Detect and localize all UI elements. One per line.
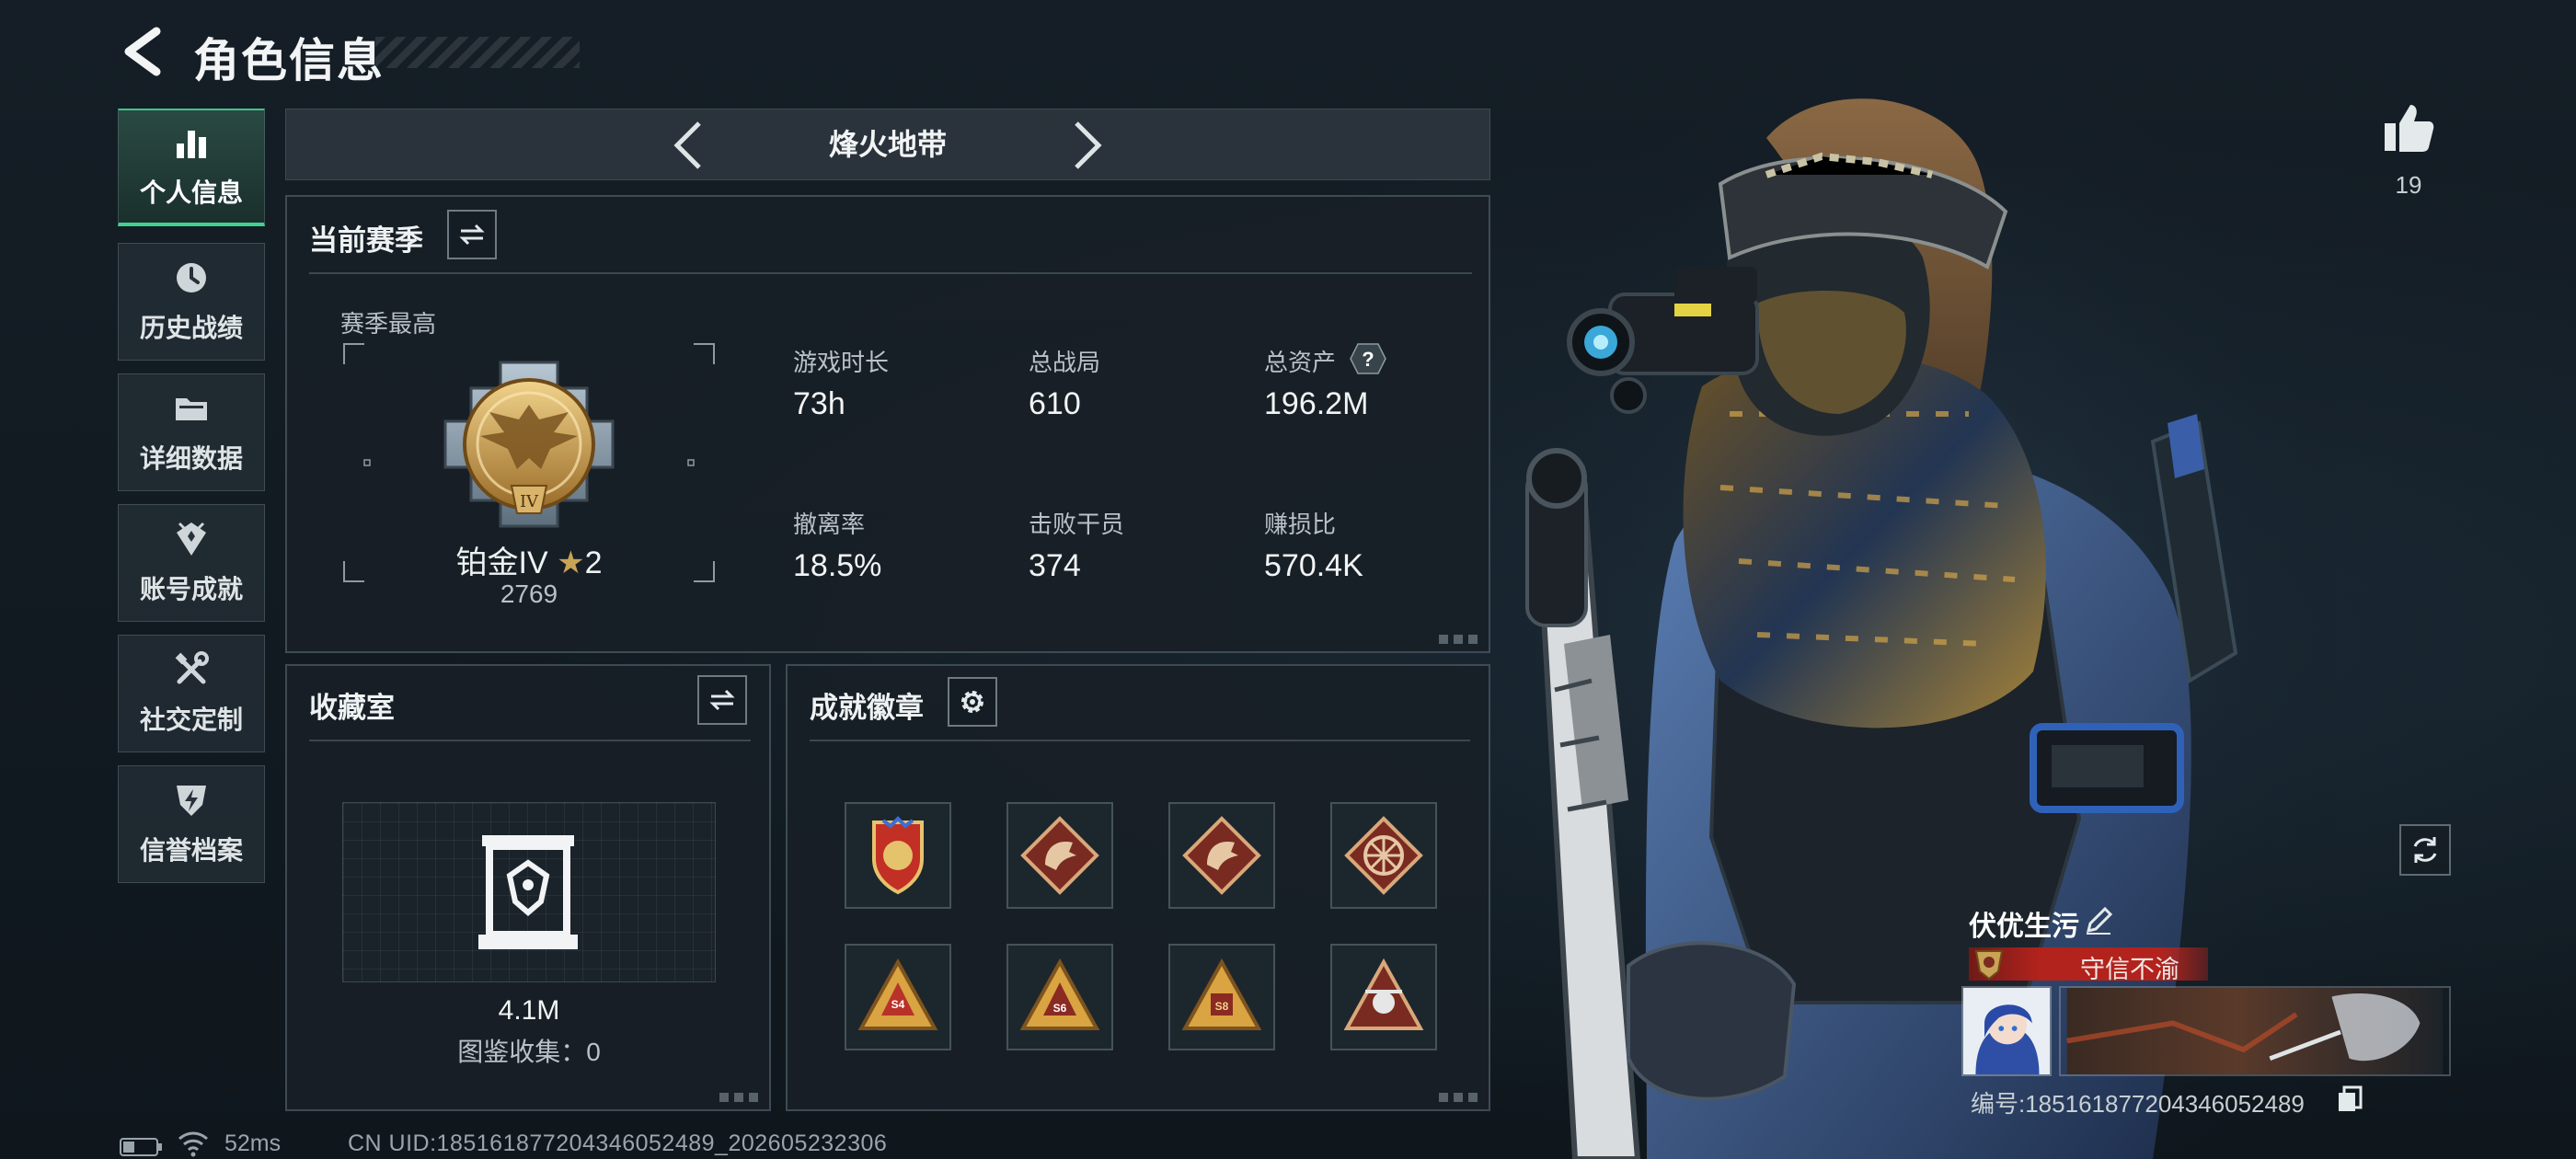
rank-medal-icon: IV [443, 361, 615, 528]
season-panel-title: 当前赛季 [309, 224, 423, 257]
stat-label-operators-defeated: 击败干员 [1029, 511, 1125, 538]
triangle-badge-icon: S6 [1019, 958, 1100, 1030]
stat-label-extraction-rate: 撤离率 [793, 511, 866, 538]
panel-corner-decoration [719, 1093, 760, 1102]
panel-divider [309, 740, 751, 741]
copy-icon[interactable] [2337, 1085, 2363, 1113]
achievement-badge[interactable] [1006, 802, 1113, 909]
network-ping: 52ms [224, 1130, 282, 1156]
rank-name-row: 铂金IV ★2 [396, 537, 662, 582]
badges-settings-button[interactable] [948, 677, 997, 727]
achievement-badge[interactable]: S6 [1006, 944, 1113, 1050]
tools-icon [175, 651, 209, 684]
panel-corner-decoration [1439, 1093, 1479, 1102]
svg-text:S4: S4 [891, 998, 905, 1011]
achievement-badge[interactable]: S4 [845, 944, 951, 1050]
diamond-badge-icon [1182, 816, 1261, 895]
title-emblem-icon [1974, 950, 2004, 981]
season-best-label: 赛季最高 [340, 310, 437, 338]
refresh-icon [2413, 837, 2437, 863]
sidebar-item-credit[interactable]: 信誉档案 [118, 765, 265, 883]
sidebar-item-label: 个人信息 [139, 178, 243, 207]
sidebar-item-achievements[interactable]: 账号成就 [118, 504, 265, 622]
back-arrow-icon[interactable] [120, 26, 166, 77]
sidebar-item-label: 信誉档案 [139, 836, 243, 865]
triangle-badge-icon: S4 [857, 958, 938, 1030]
stat-value-total-matches: 610 [1029, 386, 1081, 421]
stat-label-playtime: 游戏时长 [793, 349, 890, 376]
panel-divider [309, 272, 1472, 274]
diamond-badge-icon [1020, 816, 1099, 895]
stat-label-profit-ratio: 赚损比 [1264, 511, 1337, 538]
player-name: 伏优生污 [1969, 912, 2079, 942]
collection-value: 4.1M [498, 995, 560, 1026]
collection-panel-title: 收藏室 [309, 692, 395, 724]
chevron-right-icon[interactable] [1069, 118, 1106, 173]
achievement-badge[interactable] [1330, 944, 1437, 1050]
achievement-icon [177, 522, 206, 556]
collection-count: 图鉴收集：0 [457, 1038, 601, 1066]
stat-value-extraction-rate: 18.5% [793, 548, 882, 583]
panel-corner-decoration [1439, 635, 1479, 644]
mode-title: 烽火地带 [828, 128, 947, 161]
sidebar-item-label: 详细数据 [139, 444, 243, 473]
sidebar-item-label: 账号成就 [139, 575, 243, 603]
chevron-left-icon[interactable] [670, 118, 707, 173]
gear-icon [961, 691, 983, 713]
bar-chart-icon [177, 131, 206, 158]
svg-text:IV: IV [520, 492, 539, 511]
sidebar-item-history[interactable]: 历史战绩 [118, 243, 265, 361]
season-switch-button[interactable] [447, 210, 497, 259]
page-title: 角色信息 [193, 35, 385, 86]
stat-label-total-assets: 总资产 [1264, 349, 1337, 376]
player-id: 编号:185161877204346052489 [1971, 1090, 2305, 1118]
battery-icon [120, 1138, 162, 1156]
rotate-model-button[interactable] [2399, 824, 2451, 876]
badges-panel-title: 成就徽章 [810, 692, 924, 724]
achievement-badge[interactable] [845, 802, 951, 909]
title-decoration [375, 37, 580, 68]
player-title-text: 守信不渝 [2080, 956, 2179, 983]
wheel-badge-icon [1344, 816, 1423, 895]
edit-pencil-icon[interactable] [2083, 905, 2114, 936]
thumbs-up-icon[interactable] [2381, 101, 2436, 155]
stat-value-operators-defeated: 374 [1029, 548, 1081, 583]
achievement-badge[interactable] [1330, 802, 1437, 909]
stat-value-profit-ratio: 570.4K [1264, 548, 1363, 583]
avatar[interactable] [1961, 986, 2052, 1076]
like-count: 19 [2395, 171, 2422, 199]
help-symbol: ? [1362, 348, 1374, 371]
achievement-badge[interactable] [1168, 802, 1275, 909]
triangle-badge-icon: S8 [1181, 958, 1262, 1030]
profile-banner-image[interactable] [2059, 986, 2451, 1076]
folder-icon [176, 398, 207, 420]
sidebar-item-detailed-data[interactable]: 详细数据 [118, 373, 265, 491]
stat-value-total-assets: 196.2M [1264, 386, 1369, 421]
shield-badge-icon [872, 816, 924, 895]
achievement-badge[interactable]: S8 [1168, 944, 1275, 1050]
stat-value-playtime: 73h [793, 386, 845, 421]
panel-divider [810, 740, 1470, 741]
triangle-badge-icon [1343, 958, 1424, 1030]
swap-icon [459, 224, 485, 246]
svg-text:S8: S8 [1215, 1000, 1229, 1013]
sidebar-item-label: 社交定制 [139, 706, 243, 734]
showcase-icon [478, 835, 578, 949]
rank-name: 铂金IV [455, 545, 548, 580]
collection-switch-button[interactable] [697, 675, 747, 725]
sidebar-item-label: 历史战绩 [139, 314, 243, 342]
svg-text:S6: S6 [1053, 1002, 1067, 1015]
sidebar-item-personal-info[interactable]: 个人信息 [118, 109, 265, 226]
history-icon [177, 263, 206, 293]
rank-score: 2769 [500, 580, 558, 608]
help-icon[interactable]: ? [1349, 342, 1387, 375]
account-uid: CN UID:185161877204346052489_20260523230… [348, 1130, 888, 1156]
wifi-icon [178, 1131, 208, 1157]
star-icon: ★ [557, 545, 585, 580]
rank-stars: 2 [584, 545, 603, 580]
stat-label-total-matches: 总战局 [1029, 349, 1101, 376]
swap-icon [709, 689, 735, 711]
sidebar-item-social[interactable]: 社交定制 [118, 635, 265, 752]
credit-shield-icon [177, 786, 206, 816]
